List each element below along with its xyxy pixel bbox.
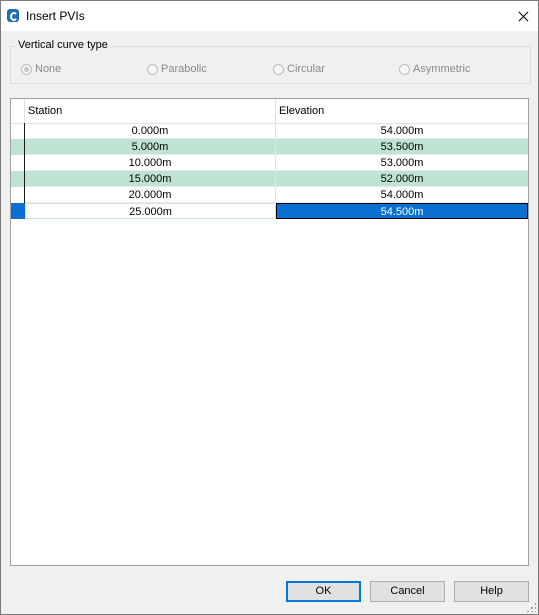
cancel-button[interactable]: Cancel [370, 581, 445, 602]
station-cell[interactable]: 20.000m [25, 187, 276, 203]
radio-asymmetric[interactable]: Asymmetric [399, 62, 470, 76]
elevation-cell[interactable]: 53.500m [276, 139, 528, 155]
elevation-cell[interactable]: 52.000m [276, 171, 528, 187]
table-header: Station Elevation [11, 99, 528, 124]
radio-unchecked-icon [147, 63, 158, 75]
radio-label: None [35, 63, 62, 75]
resize-grip[interactable] [526, 602, 536, 612]
radio-label: Asymmetric [413, 63, 471, 75]
elevation-cell-selected[interactable]: 54.500m [276, 203, 528, 219]
window-title: Insert PVIs [26, 9, 85, 23]
table-row-selected[interactable]: 25.000m 54.500m [11, 203, 528, 219]
table-row[interactable]: 20.000m 54.000m [11, 187, 528, 203]
station-cell[interactable]: 5.000m [25, 139, 276, 155]
radio-label: Parabolic [161, 63, 207, 75]
radio-unchecked-icon [399, 63, 410, 75]
row-header[interactable] [11, 203, 25, 219]
ok-button[interactable]: OK [286, 581, 361, 602]
radio-checked-icon [21, 63, 32, 75]
column-header-elevation[interactable]: Elevation [276, 99, 528, 123]
table-row[interactable]: 0.000m 54.000m [11, 123, 528, 139]
pvi-table[interactable]: Station Elevation 0.000m 54.000m 5.000m … [10, 98, 529, 566]
elevation-cell[interactable]: 54.000m [276, 123, 528, 139]
station-cell[interactable]: 25.000m [25, 203, 276, 219]
station-cell[interactable]: 15.000m [25, 171, 276, 187]
row-header-corner [11, 99, 25, 123]
table-row[interactable]: 15.000m 52.000m [11, 171, 528, 187]
station-cell[interactable]: 0.000m [25, 123, 276, 139]
insert-pvis-dialog: Insert PVIs Vertical curve type None Par… [0, 0, 539, 615]
civil3d-app-icon [7, 9, 19, 22]
table-row[interactable]: 10.000m 53.000m [11, 155, 528, 171]
row-header[interactable] [11, 123, 25, 139]
elevation-cell[interactable]: 53.000m [276, 155, 528, 171]
column-header-station[interactable]: Station [25, 99, 276, 123]
radio-unchecked-icon [273, 63, 284, 75]
radio-circular[interactable]: Circular [273, 62, 325, 76]
row-header[interactable] [11, 187, 25, 203]
help-button[interactable]: Help [454, 581, 529, 602]
radio-parabolic[interactable]: Parabolic [147, 62, 207, 76]
group-label: Vertical curve type [16, 39, 110, 51]
table-row[interactable]: 5.000m 53.500m [11, 139, 528, 155]
close-icon[interactable] [508, 1, 538, 31]
row-header[interactable] [11, 171, 25, 187]
radio-none[interactable]: None [21, 62, 61, 76]
radio-label: Circular [287, 63, 325, 75]
elevation-cell[interactable]: 54.000m [276, 187, 528, 203]
title-bar: Insert PVIs [1, 1, 538, 31]
station-cell[interactable]: 10.000m [25, 155, 276, 171]
row-header[interactable] [11, 139, 25, 155]
row-header[interactable] [11, 155, 25, 171]
